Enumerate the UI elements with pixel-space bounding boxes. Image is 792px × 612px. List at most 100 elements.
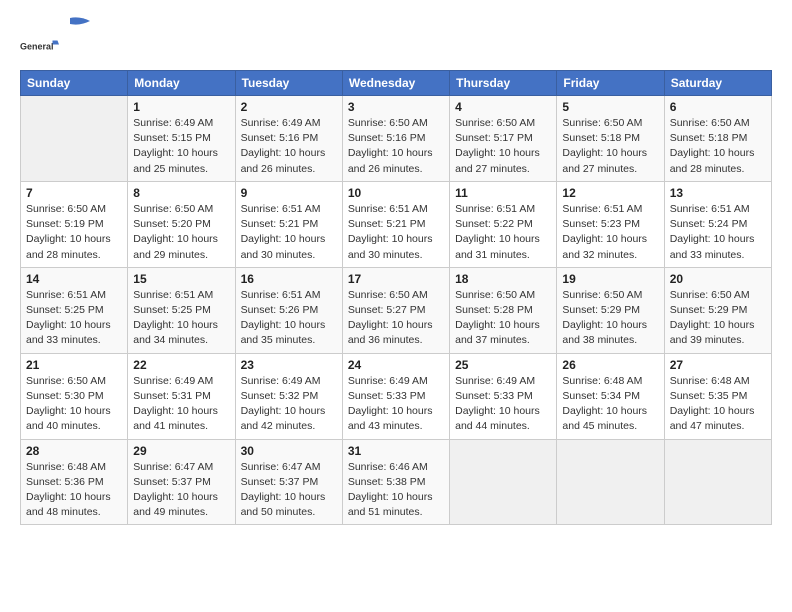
day-number: 27: [670, 358, 766, 372]
calendar-cell: 29 Sunrise: 6:47 AM Sunset: 5:37 PM Dayli…: [128, 439, 235, 525]
day-info: Sunrise: 6:49 AM Sunset: 5:16 PM Dayligh…: [241, 116, 337, 177]
weekday-header: Tuesday: [235, 71, 342, 96]
day-number: 23: [241, 358, 337, 372]
day-number: 17: [348, 272, 444, 286]
day-number: 6: [670, 100, 766, 114]
calendar-cell: 25 Sunrise: 6:49 AM Sunset: 5:33 PM Dayli…: [450, 353, 557, 439]
calendar-cell: [664, 439, 771, 525]
calendar-cell: 20Sunrise: 6:50 AM Sunset: 5:29 PM Dayli…: [664, 267, 771, 353]
day-number: 2: [241, 100, 337, 114]
calendar-cell: 18 Sunrise: 6:50 AM Sunset: 5:28 PM Dayli…: [450, 267, 557, 353]
svg-text:General: General: [20, 42, 54, 52]
calendar-header-row: SundayMondayTuesdayWednesdayThursdayFrid…: [21, 71, 772, 96]
day-info: Sunrise: 6:51 AM Sunset: 5:23 PM Dayligh…: [562, 202, 658, 263]
day-number: 5: [562, 100, 658, 114]
day-number: 20: [670, 272, 766, 286]
day-info: Sunrise: 6:49 AM Sunset: 5:33 PM Dayligh…: [455, 374, 551, 435]
day-info: Sunrise: 6:49 AM Sunset: 5:31 PM Dayligh…: [133, 374, 229, 435]
day-info: Sunrise: 6:50 AM Sunset: 5:16 PM Dayligh…: [348, 116, 444, 177]
weekday-header: Friday: [557, 71, 664, 96]
day-number: 3: [348, 100, 444, 114]
calendar-week-row: 14 Sunrise: 6:51 AM Sunset: 5:25 PM Dayli…: [21, 267, 772, 353]
day-number: 21: [26, 358, 122, 372]
day-info: Sunrise: 6:49 AM Sunset: 5:15 PM Dayligh…: [133, 116, 229, 177]
day-number: 13: [670, 186, 766, 200]
calendar-cell: 19 Sunrise: 6:50 AM Sunset: 5:29 PM Dayli…: [557, 267, 664, 353]
calendar-cell: [21, 96, 128, 182]
day-info: Sunrise: 6:51 AM Sunset: 5:26 PM Dayligh…: [241, 288, 337, 349]
calendar-week-row: 21 Sunrise: 6:50 AM Sunset: 5:30 PM Dayli…: [21, 353, 772, 439]
calendar-cell: 26 Sunrise: 6:48 AM Sunset: 5:34 PM Dayli…: [557, 353, 664, 439]
day-number: 14: [26, 272, 122, 286]
calendar-cell: 5 Sunrise: 6:50 AM Sunset: 5:18 PM Daylig…: [557, 96, 664, 182]
calendar-cell: 31Sunrise: 6:46 AM Sunset: 5:38 PM Dayli…: [342, 439, 449, 525]
day-info: Sunrise: 6:51 AM Sunset: 5:21 PM Dayligh…: [241, 202, 337, 263]
day-number: 15: [133, 272, 229, 286]
calendar-cell: 9 Sunrise: 6:51 AM Sunset: 5:21 PM Daylig…: [235, 181, 342, 267]
calendar-cell: 4 Sunrise: 6:50 AM Sunset: 5:17 PM Daylig…: [450, 96, 557, 182]
day-number: 7: [26, 186, 122, 200]
header: General: [20, 16, 772, 58]
day-info: Sunrise: 6:49 AM Sunset: 5:32 PM Dayligh…: [241, 374, 337, 435]
day-number: 22: [133, 358, 229, 372]
day-info: Sunrise: 6:50 AM Sunset: 5:30 PM Dayligh…: [26, 374, 122, 435]
weekday-header: Monday: [128, 71, 235, 96]
day-number: 30: [241, 444, 337, 458]
calendar-cell: [557, 439, 664, 525]
day-info: Sunrise: 6:49 AM Sunset: 5:33 PM Dayligh…: [348, 374, 444, 435]
calendar-cell: 14Sunrise: 6:51 AM Sunset: 5:25 PM Dayli…: [21, 267, 128, 353]
day-number: 4: [455, 100, 551, 114]
calendar-cell: 17Sunrise: 6:50 AM Sunset: 5:27 PM Dayli…: [342, 267, 449, 353]
calendar-week-row: 1 Sunrise: 6:49 AM Sunset: 5:15 PM Daylig…: [21, 96, 772, 182]
day-number: 11: [455, 186, 551, 200]
day-number: 26: [562, 358, 658, 372]
day-number: 8: [133, 186, 229, 200]
logo: General: [20, 16, 100, 58]
calendar-cell: 8 Sunrise: 6:50 AM Sunset: 5:20 PM Daylig…: [128, 181, 235, 267]
calendar-week-row: 7Sunrise: 6:50 AM Sunset: 5:19 PM Daylig…: [21, 181, 772, 267]
calendar-cell: 27 Sunrise: 6:48 AM Sunset: 5:35 PM Dayli…: [664, 353, 771, 439]
calendar-table: SundayMondayTuesdayWednesdayThursdayFrid…: [20, 70, 772, 525]
calendar-cell: 11 Sunrise: 6:51 AM Sunset: 5:22 PM Dayli…: [450, 181, 557, 267]
calendar-cell: 16Sunrise: 6:51 AM Sunset: 5:26 PM Dayli…: [235, 267, 342, 353]
calendar-cell: 22 Sunrise: 6:49 AM Sunset: 5:31 PM Dayli…: [128, 353, 235, 439]
calendar-cell: 2 Sunrise: 6:49 AM Sunset: 5:16 PM Daylig…: [235, 96, 342, 182]
day-info: Sunrise: 6:50 AM Sunset: 5:18 PM Dayligh…: [670, 116, 766, 177]
day-info: Sunrise: 6:50 AM Sunset: 5:20 PM Dayligh…: [133, 202, 229, 263]
day-number: 18: [455, 272, 551, 286]
day-info: Sunrise: 6:50 AM Sunset: 5:17 PM Dayligh…: [455, 116, 551, 177]
day-info: Sunrise: 6:48 AM Sunset: 5:35 PM Dayligh…: [670, 374, 766, 435]
day-number: 25: [455, 358, 551, 372]
calendar-cell: 12 Sunrise: 6:51 AM Sunset: 5:23 PM Dayli…: [557, 181, 664, 267]
calendar-cell: 13Sunrise: 6:51 AM Sunset: 5:24 PM Dayli…: [664, 181, 771, 267]
day-number: 29: [133, 444, 229, 458]
weekday-header: Sunday: [21, 71, 128, 96]
day-number: 19: [562, 272, 658, 286]
weekday-header: Thursday: [450, 71, 557, 96]
calendar-cell: 6 Sunrise: 6:50 AM Sunset: 5:18 PM Daylig…: [664, 96, 771, 182]
calendar-cell: 21 Sunrise: 6:50 AM Sunset: 5:30 PM Dayli…: [21, 353, 128, 439]
day-info: Sunrise: 6:46 AM Sunset: 5:38 PM Dayligh…: [348, 460, 444, 521]
day-info: Sunrise: 6:50 AM Sunset: 5:29 PM Dayligh…: [562, 288, 658, 349]
calendar-cell: 24 Sunrise: 6:49 AM Sunset: 5:33 PM Dayli…: [342, 353, 449, 439]
weekday-header: Wednesday: [342, 71, 449, 96]
calendar-cell: [450, 439, 557, 525]
calendar-cell: 28Sunrise: 6:48 AM Sunset: 5:36 PM Dayli…: [21, 439, 128, 525]
calendar-week-row: 28Sunrise: 6:48 AM Sunset: 5:36 PM Dayli…: [21, 439, 772, 525]
weekday-header: Saturday: [664, 71, 771, 96]
day-info: Sunrise: 6:51 AM Sunset: 5:25 PM Dayligh…: [133, 288, 229, 349]
day-number: 1: [133, 100, 229, 114]
calendar-cell: 10Sunrise: 6:51 AM Sunset: 5:21 PM Dayli…: [342, 181, 449, 267]
day-info: Sunrise: 6:51 AM Sunset: 5:22 PM Dayligh…: [455, 202, 551, 263]
day-number: 12: [562, 186, 658, 200]
day-number: 10: [348, 186, 444, 200]
calendar-cell: 1 Sunrise: 6:49 AM Sunset: 5:15 PM Daylig…: [128, 96, 235, 182]
day-info: Sunrise: 6:47 AM Sunset: 5:37 PM Dayligh…: [133, 460, 229, 521]
day-info: Sunrise: 6:50 AM Sunset: 5:18 PM Dayligh…: [562, 116, 658, 177]
calendar-cell: 15 Sunrise: 6:51 AM Sunset: 5:25 PM Dayli…: [128, 267, 235, 353]
day-info: Sunrise: 6:48 AM Sunset: 5:34 PM Dayligh…: [562, 374, 658, 435]
day-number: 9: [241, 186, 337, 200]
day-number: 24: [348, 358, 444, 372]
day-info: Sunrise: 6:50 AM Sunset: 5:28 PM Dayligh…: [455, 288, 551, 349]
calendar-cell: 7Sunrise: 6:50 AM Sunset: 5:19 PM Daylig…: [21, 181, 128, 267]
